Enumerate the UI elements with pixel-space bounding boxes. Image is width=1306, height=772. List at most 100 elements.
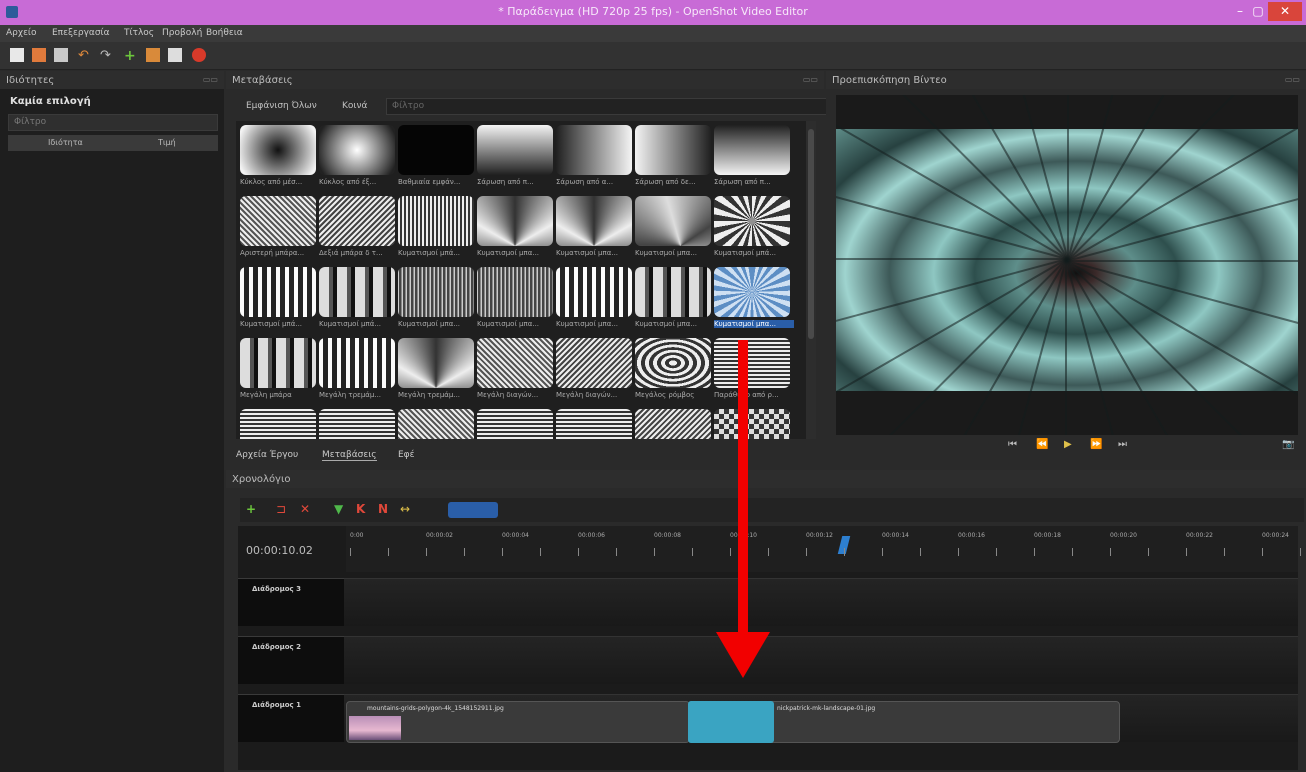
menu-title[interactable]: Τίτλος: [124, 28, 154, 38]
player-controls: ⏮ ⏪ ▶ ⏩ ⏭ 📷: [826, 437, 1306, 457]
transitions-filter-input[interactable]: Φίλτρο: [386, 98, 828, 115]
play-icon[interactable]: ▶: [1064, 439, 1072, 450]
timeline-ruler[interactable]: 0:00 00:00:02 00:00:04 00:00:06 00:00:08 00:0…: [346, 526, 1301, 572]
ruler-tick-label: 00:00:16: [958, 532, 985, 539]
video-ray: [836, 258, 1067, 260]
timeline-toolbar: + ⊐ ✕ ▼ K N ↔: [240, 498, 1304, 522]
minimize-button[interactable]: –: [1232, 2, 1248, 21]
video-frame: [836, 95, 1298, 435]
export-video-icon[interactable]: [192, 48, 206, 62]
properties-column-header: Ιδιότητα Τιμή: [8, 135, 218, 151]
clip-mountains[interactable]: mountains-grids-polygon-4k_1548152911.jp…: [346, 701, 690, 743]
transitions-header: Μεταβάσεις ▭▭: [226, 71, 824, 89]
snapping-icon[interactable]: ⊐: [276, 502, 286, 516]
add-marker-icon[interactable]: ▼: [334, 502, 343, 516]
common-button[interactable]: Κοινά: [342, 101, 367, 111]
menu-view[interactable]: Προβολή: [162, 28, 202, 38]
add-track-icon[interactable]: +: [246, 502, 256, 516]
track-name: Διάδρομος 1: [252, 701, 301, 709]
bottom-tab-bar: Αρχεία Έργου Μεταβάσεις Εφέ: [226, 444, 824, 468]
undo-icon[interactable]: ↶: [78, 48, 92, 63]
video-ray: [1065, 260, 1067, 435]
ruler-tick: [1072, 548, 1073, 556]
track-name: Διάδρομος 3: [252, 585, 301, 593]
transition-clip[interactable]: [688, 701, 774, 743]
transitions-scrollbar[interactable]: [806, 121, 816, 439]
transition-label: Μεγάλος ρόμβος: [635, 391, 695, 399]
transitions-title: Μεταβάσεις: [232, 75, 293, 86]
previous-marker-icon[interactable]: K: [356, 502, 365, 516]
fast-forward-icon[interactable]: ⏩: [1090, 439, 1102, 450]
transition-thumbnail: [398, 338, 474, 388]
transition-label: Σάρωση από π...: [477, 178, 534, 186]
profile-icon[interactable]: [146, 48, 160, 62]
video-ray: [836, 258, 1067, 430]
menu-file[interactable]: Αρχείο: [6, 28, 37, 38]
ruler-tick-label: 00:00:22: [1186, 532, 1213, 539]
video-ray: [1066, 260, 1298, 350]
ruler-tick: [692, 548, 693, 556]
tab-effects[interactable]: Εφέ: [398, 450, 415, 460]
transition-label: Μεγάλη διαγών...: [556, 391, 618, 399]
preview-header: Προεπισκόπηση Βίντεο ▭▭: [826, 71, 1306, 89]
tab-project-files[interactable]: Αρχεία Έργου: [236, 450, 298, 460]
transition-thumbnail: [319, 338, 395, 388]
camera-icon[interactable]: 📷: [1282, 439, 1294, 450]
ruler-tick-label: 00:00:08: [654, 532, 681, 539]
menu-help[interactable]: Βοήθεια: [206, 28, 243, 38]
transition-label: Κύκλος από έξ...: [319, 178, 377, 186]
transition-thumbnail: [714, 409, 790, 439]
transition-thumbnail: [477, 409, 553, 439]
import-files-icon[interactable]: +: [124, 48, 138, 64]
transition-thumbnail: [477, 267, 553, 317]
next-marker-icon[interactable]: N: [378, 502, 388, 516]
dock-icon[interactable]: ▭▭: [803, 75, 818, 84]
transition-label: Μεγάλη διαγών...: [477, 391, 539, 399]
razor-icon[interactable]: ✕: [300, 502, 310, 516]
video-ray: [836, 170, 1068, 260]
transition-label: Κυματισμοί μπα...: [556, 320, 619, 328]
dock-icon[interactable]: ▭▭: [1285, 75, 1300, 84]
track-lane[interactable]: [344, 636, 1298, 684]
timeline-track[interactable]: Διάδρομος 3: [238, 578, 1298, 626]
column-value[interactable]: Τιμή: [158, 138, 176, 147]
save-project-icon[interactable]: [54, 48, 68, 62]
openshot-window: * Παράδειγμα (HD 720p 25 fps) - OpenShot…: [0, 0, 1306, 772]
column-property[interactable]: Ιδιότητα: [48, 138, 83, 147]
transition-thumbnail: [240, 267, 316, 317]
redo-icon[interactable]: ↷: [100, 48, 114, 63]
track-header[interactable]: Διάδρομος 2: [238, 636, 344, 684]
track-name: Διάδρομος 2: [252, 643, 301, 651]
transition-thumbnail: [240, 409, 316, 439]
ruler-tick: [1034, 548, 1035, 556]
track-lane[interactable]: [344, 578, 1298, 626]
maximize-button[interactable]: ▢: [1250, 2, 1266, 21]
ruler-tick-label: 00:00:12: [806, 532, 833, 539]
menu-edit[interactable]: Επεξεργασία: [52, 28, 110, 38]
track-lane[interactable]: mountains-grids-polygon-4k_1548152911.jp…: [344, 694, 1298, 743]
tab-transitions[interactable]: Μεταβάσεις: [322, 450, 377, 461]
jump-end-icon[interactable]: ⏭: [1118, 439, 1127, 450]
ruler-tick: [616, 548, 617, 556]
fullscreen-icon[interactable]: [168, 48, 182, 62]
scrollbar-handle[interactable]: [808, 129, 814, 339]
ruler-tick: [958, 548, 959, 556]
properties-filter-input[interactable]: Φίλτρο: [8, 114, 218, 131]
video-ray: [836, 95, 1069, 260]
track-header[interactable]: Διάδρομος 1: [238, 694, 344, 742]
ruler-tick: [1110, 548, 1111, 556]
timeline-track[interactable]: Διάδρομος 1 mountains-grids-polygon-4k_15…: [238, 694, 1298, 743]
show-all-button[interactable]: Εμφάνιση Όλων: [246, 101, 317, 111]
jump-start-icon[interactable]: ⏮: [1008, 439, 1017, 450]
rewind-icon[interactable]: ⏪: [1036, 439, 1048, 450]
new-project-icon[interactable]: [10, 48, 24, 62]
track-header[interactable]: Διάδρομος 3: [238, 578, 344, 626]
close-button[interactable]: ✕: [1268, 2, 1302, 21]
center-playhead-icon[interactable]: ↔: [400, 502, 410, 516]
ruler-tick: [1262, 548, 1263, 556]
transition-thumbnail: [319, 196, 395, 246]
transition-label: Μεγάλη τρεμάμ...: [319, 391, 382, 399]
open-project-icon[interactable]: [32, 48, 46, 62]
zoom-slider[interactable]: [448, 502, 498, 518]
dock-icon[interactable]: ▭▭: [203, 75, 218, 84]
